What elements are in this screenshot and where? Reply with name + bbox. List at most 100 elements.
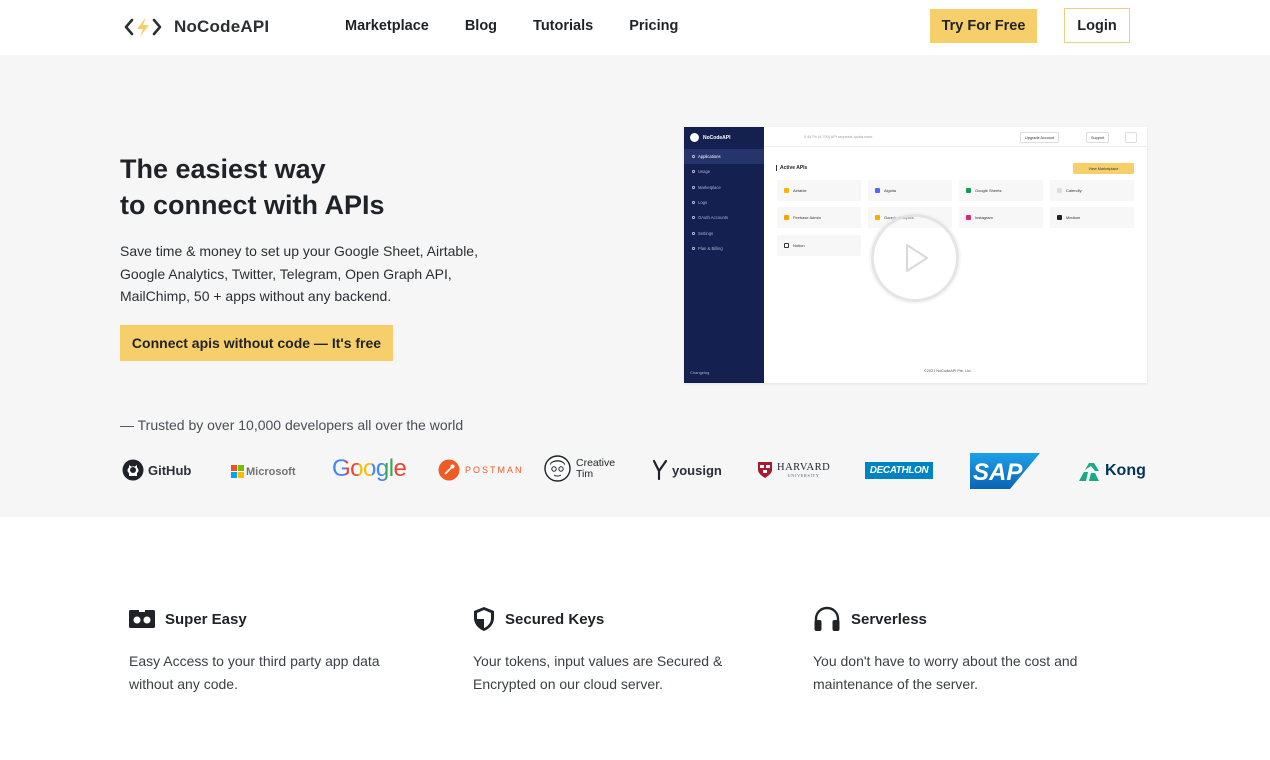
algolia-icon — [875, 188, 880, 193]
google-wordmark: Google — [332, 455, 407, 482]
app-name: Firebase Admin — [793, 215, 821, 220]
preview-app-card: Calendly — [1050, 180, 1134, 201]
menu-label: Settings — [698, 230, 714, 236]
preview-upgrade-button: Upgrade Account — [1020, 132, 1060, 143]
brand-logo[interactable]: NoCodeAPI — [124, 14, 269, 40]
feature-description: Easy Access to your third party app data… — [129, 653, 380, 692]
airtable-icon — [784, 188, 789, 193]
harvard-logo: HARVARD UNIVERSITY — [757, 461, 830, 479]
preview-brand-name: NoCodeAPI — [703, 134, 731, 141]
nav-link-marketplace[interactable]: Marketplace — [345, 18, 429, 34]
google-sheets-icon — [966, 188, 971, 193]
kong-wordmark: Kong — [1105, 462, 1146, 479]
nav-link-tutorials[interactable]: Tutorials — [533, 18, 593, 34]
preview-app-card: Google Sheets — [959, 180, 1043, 201]
trusted-by-text: — Trusted by over 10,000 developers all … — [120, 417, 464, 433]
menu-label: Logs — [698, 200, 708, 206]
sap-icon: SAP — [970, 453, 1040, 489]
harvard-wordmark: HARVARD UNIVERSITY — [777, 462, 830, 478]
menu-label: Marketplace — [698, 184, 721, 190]
login-button[interactable]: Login — [1064, 8, 1130, 43]
github-icon — [122, 459, 144, 481]
creative-tim-line-2: Tim — [576, 467, 594, 480]
app-name: Google Sheets — [975, 188, 1002, 193]
google-logo: Google — [332, 455, 407, 483]
app-name: Airtable — [793, 188, 807, 193]
preview-app-card: Notion — [777, 235, 861, 256]
postman-logo: POSTMAN — [438, 459, 524, 481]
harvard-subtitle: UNIVERSITY — [787, 473, 820, 478]
feature-description: Your tokens, input values are Secured & … — [473, 653, 723, 692]
nav-link-pricing[interactable]: Pricing — [629, 18, 678, 34]
microsoft-wordmark: Microsoft — [246, 465, 296, 478]
harvard-title: HARVARD — [777, 462, 831, 473]
microsoft-icon — [231, 465, 244, 478]
creative-tim-wordmark: Creative Tim — [576, 457, 615, 480]
kong-icon — [1079, 463, 1099, 481]
preview-logo-icon — [690, 133, 699, 142]
customer-logos: GitHub Microsoft Google POSTMAN Creative… — [0, 451, 1270, 501]
app-name: Algolia — [884, 188, 897, 193]
hero-description: Save time & money to set up your Google … — [120, 243, 478, 304]
try-for-free-button[interactable]: Try For Free — [930, 9, 1037, 43]
app-preview-video[interactable]: NoCodeAPI Applications Usage Marketplace… — [684, 127, 1147, 383]
feature-title: Super Easy — [165, 610, 247, 628]
decathlon-wordmark: DECATHLON — [865, 462, 933, 479]
menu-label: Applications — [698, 154, 721, 160]
preview-app-card: Instagram — [959, 207, 1043, 228]
medium-icon — [1057, 215, 1062, 220]
hero-title: The easiest way to connect with APIs — [120, 151, 540, 223]
preview-menu-item: Settings — [684, 225, 764, 240]
preview-app-card: Firebase Admin — [777, 207, 861, 228]
play-icon — [906, 244, 928, 272]
feature-header: Serverless — [813, 605, 1133, 633]
notion-icon — [784, 243, 789, 248]
preview-support-button: Support — [1086, 132, 1110, 143]
kong-logo: Kong — [1076, 459, 1146, 483]
nav-link-blog[interactable]: Blog — [465, 18, 497, 34]
creative-tim-logo: Creative Tim — [544, 455, 615, 482]
feature-super-easy: Super Easy Easy Access to your third par… — [129, 605, 449, 696]
app-name: Instagram — [975, 215, 993, 220]
play-button[interactable] — [871, 214, 959, 302]
menu-label: Usage — [698, 169, 711, 175]
yousign-logo: yousign — [652, 459, 722, 481]
menu-icon — [692, 231, 695, 235]
harvard-shield-icon — [758, 462, 772, 478]
menu-icon — [692, 185, 695, 189]
preview-view-marketplace: View Marketplace — [1073, 163, 1134, 174]
firebase-icon — [784, 215, 789, 220]
preview-menu-button — [1125, 132, 1137, 143]
preview-topbar: 0.447% (4,700) API requests quota used U… — [764, 127, 1147, 147]
connect-apis-button[interactable]: Connect apis without code — It's free — [120, 325, 393, 361]
preview-menu-item: Applications — [684, 149, 764, 165]
preview-active-apis: Active APIs — [776, 165, 807, 171]
preview-app-card: Medium — [1050, 207, 1134, 228]
preview-menu-item: OAuth Accounts — [684, 210, 764, 225]
preview-quota: 0.447% (4,700) API requests quota used — [804, 135, 873, 139]
headphones-icon — [814, 606, 840, 631]
preview-menu: Applications Usage Marketplace Logs OAut… — [684, 149, 764, 256]
app-name: Calendly — [1066, 188, 1082, 193]
preview-menu-item: Usage — [684, 164, 764, 179]
github-wordmark: GitHub — [148, 462, 192, 478]
nav-links: Marketplace Blog Tutorials Pricing — [345, 18, 714, 34]
postman-icon — [438, 459, 460, 481]
preview-sidebar: NoCodeAPI Applications Usage Marketplace… — [684, 127, 764, 383]
app-name: Notion — [793, 243, 805, 248]
feature-serverless: Serverless You don't have to worry about… — [813, 605, 1133, 696]
preview-menu-item: Marketplace — [684, 180, 764, 195]
creative-tim-icon — [544, 455, 571, 482]
yousign-wordmark: yousign — [672, 462, 722, 478]
sap-logo: SAP — [970, 453, 1040, 489]
shield-icon — [474, 607, 494, 631]
preview-changelog: Changelog — [690, 370, 710, 375]
menu-label: OAuth Accounts — [698, 215, 729, 221]
preview-menu-item: Logs — [684, 195, 764, 210]
menu-label: Plan & Billing — [698, 245, 723, 251]
hero-section: The easiest way to connect with APIs Sav… — [0, 55, 1270, 517]
vr-headset-icon — [129, 609, 155, 628]
menu-icon — [692, 246, 695, 250]
feature-title: Serverless — [851, 610, 927, 628]
top-nav: NoCodeAPI Marketplace Blog Tutorials Pri… — [0, 0, 1270, 55]
